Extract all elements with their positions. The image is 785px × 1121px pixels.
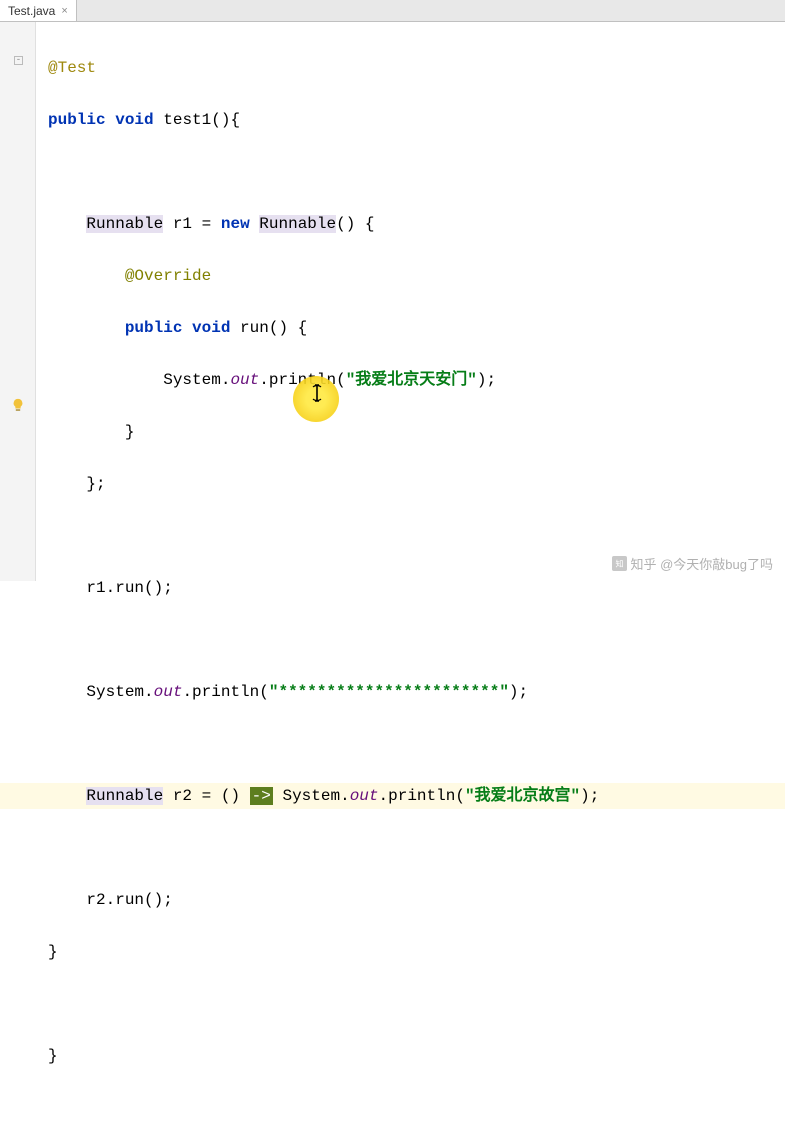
lightbulb-icon[interactable] xyxy=(11,398,24,411)
svg-text:知: 知 xyxy=(615,559,623,569)
zhihu-icon: 知 xyxy=(612,556,627,571)
file-tab[interactable]: Test.java × xyxy=(0,0,77,21)
watermark: 知 知乎 @今天你敲bug了吗 xyxy=(612,554,774,573)
fold-icon[interactable]: - xyxy=(14,56,23,65)
tab-label: Test.java xyxy=(8,4,55,18)
gutter: - xyxy=(0,22,36,581)
text-cursor-icon xyxy=(311,384,325,402)
tab-bar: Test.java × xyxy=(0,0,785,22)
close-icon[interactable]: × xyxy=(61,5,67,17)
watermark-text: 知乎 @今天你敲bug了吗 xyxy=(631,554,774,573)
code-editor[interactable]: - @Test public void test1(){ Runnable r1… xyxy=(0,22,785,581)
